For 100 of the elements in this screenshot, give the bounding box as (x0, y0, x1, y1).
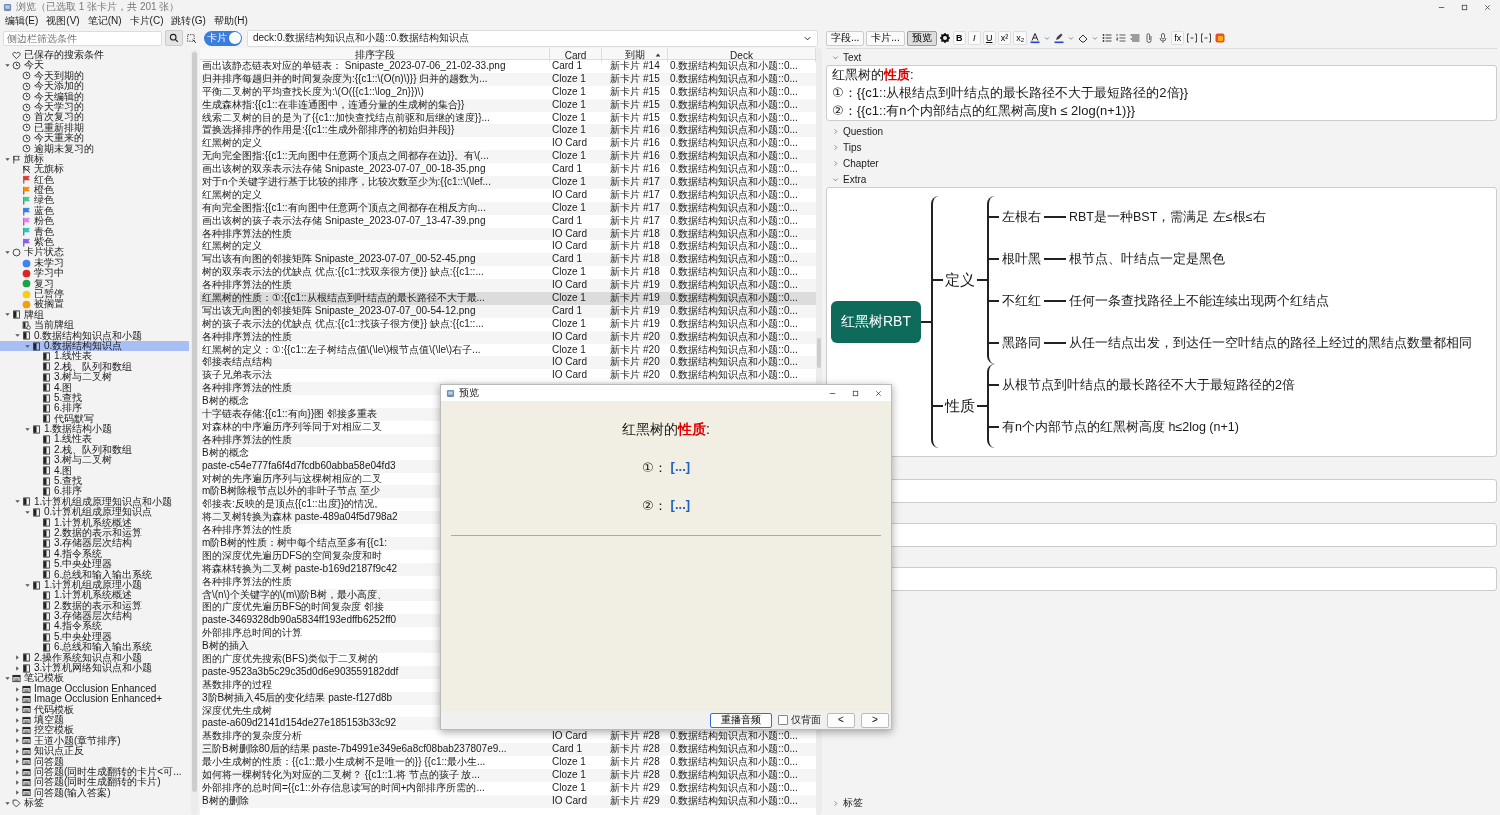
table-row[interactable]: 邻接表结点结构 IO Card 新卡片 #20 0.数据结构知识点和小题::0... (200, 356, 816, 370)
next-button[interactable]: > (861, 712, 889, 728)
tree-item[interactable]: 1.线性表 (0, 351, 189, 362)
menu-item[interactable]: 帮助(H) (213, 15, 248, 27)
caret-icon[interactable] (13, 664, 21, 672)
caret-icon[interactable] (13, 758, 21, 766)
caret-icon[interactable] (3, 249, 11, 257)
menu-item[interactable]: 视图(V) (46, 15, 80, 27)
table-row[interactable]: 置换选择排序的作用是:{{c1::生成外部排序的初始归并段}} Cloze 1 新卡片 #16 0.数据结构知识点和小题::0... (200, 124, 816, 138)
select-icon[interactable] (186, 32, 197, 44)
tree-item[interactable]: 0.计算机组成原理知识点 (0, 507, 189, 518)
maximize-icon[interactable] (1460, 2, 1469, 12)
caret-icon[interactable] (3, 675, 11, 683)
tree-item[interactable]: 首次复习的 (0, 112, 189, 123)
tree-item[interactable]: 5.查找 (0, 476, 189, 487)
caret-icon[interactable] (3, 311, 11, 319)
tree-item[interactable]: 问答题(输入答案) (0, 787, 189, 799)
tree-item[interactable]: 橙色 (0, 185, 189, 196)
tree-item[interactable]: 已暂停 (0, 289, 189, 300)
table-row[interactable]: 无向完全图指:{{c1::无向图中任意两个顶点之间都存在边}}。有\(... Cloze 1 新卡片 #16 0.数据结构知识点和小题::0... (200, 150, 816, 164)
tree-item[interactable]: 当前牌组 (0, 320, 189, 331)
mode-toggle[interactable]: 卡片 (204, 30, 242, 46)
format-button[interactable]: x² (997, 31, 1012, 45)
tree-item[interactable]: 蓝色 (0, 205, 189, 217)
format-button[interactable]: B (952, 31, 966, 45)
tree-item[interactable]: Image Occlusion Enhanced (0, 683, 189, 695)
tree-item[interactable]: 代码模板 (0, 704, 189, 715)
tree-item[interactable]: 王道小题(章节排序) (0, 735, 189, 747)
tree-item[interactable]: 0.数据结构知识点和小题 (0, 330, 189, 341)
search-field[interactable]: deck:0.数据结构知识点和小题::0.数据结构知识点 (247, 29, 818, 47)
caret-icon[interactable] (13, 747, 21, 755)
caret-icon[interactable] (13, 695, 21, 703)
search-button[interactable] (165, 30, 183, 46)
table-row[interactable]: 各种排序算法的性质 IO Card 新卡片 #19 0.数据结构知识点和小题::0... (200, 279, 816, 293)
sidebar-search-field[interactable]: 侧边栏筛选条件 (3, 30, 162, 46)
tree-item[interactable]: 复习 (0, 278, 189, 289)
microphone-icon[interactable] (1157, 32, 1170, 44)
tree-item[interactable]: 红色 (0, 174, 189, 186)
menu-item[interactable]: 卡片(C) (129, 15, 164, 27)
caret-icon[interactable] (13, 737, 21, 745)
tree-item[interactable]: Image Occlusion Enhanced+ (0, 694, 189, 705)
tree-item[interactable]: 已保存的搜索条件 (0, 50, 189, 61)
tree-item[interactable]: 5.中央处理器 (0, 559, 189, 570)
close-icon[interactable] (1483, 2, 1492, 12)
tree-item[interactable]: 紫色 (0, 237, 189, 248)
tree-item[interactable]: 无旗标 (0, 164, 189, 175)
tree-item[interactable]: 卡片状态 (0, 247, 189, 258)
tree-item[interactable]: 6.总线和输入输出系统 (0, 642, 189, 653)
tree-item[interactable]: 旗标 (0, 153, 189, 165)
tree-item[interactable]: 挖空模板 (0, 725, 189, 736)
previous-button[interactable]: < (827, 712, 855, 728)
eraser-icon[interactable] (1077, 32, 1090, 44)
tree-item[interactable]: 4.指令系统 (0, 621, 189, 632)
toolbar-button[interactable]: 卡片... (866, 30, 905, 46)
tree-item[interactable]: 4.图 (0, 465, 189, 476)
text-color-icon[interactable] (1029, 32, 1042, 44)
tree-item[interactable]: 6.排序 (0, 486, 189, 497)
format-button[interactable]: U (982, 31, 996, 45)
tree-item[interactable]: 2.数据的表示和运算 (0, 527, 189, 539)
tree-item[interactable]: 笔记模板 (0, 673, 189, 684)
scrollbar[interactable] (191, 50, 198, 815)
caret-icon[interactable] (13, 654, 21, 662)
tree-item[interactable]: 1.计算机系统概述 (0, 590, 189, 601)
tree-item[interactable]: 逾期未复习的 (0, 143, 189, 154)
caret-icon[interactable] (13, 789, 21, 797)
replay-audio-button[interactable]: 重播音频 (710, 712, 772, 728)
caret-icon[interactable] (13, 706, 21, 714)
caret-icon[interactable] (23, 425, 31, 433)
tree-item[interactable]: 5.查找 (0, 392, 189, 404)
preview-button[interactable]: 预览 (906, 30, 937, 46)
tree-item[interactable]: 今天 (0, 60, 189, 71)
tree-item[interactable]: 绿色 (0, 195, 189, 206)
caret-icon[interactable] (13, 727, 21, 735)
tree-item[interactable]: 今天添加的 (0, 81, 189, 92)
tree-item[interactable]: 标签 (0, 798, 189, 809)
bracket-icon[interactable] (1200, 32, 1213, 44)
tree-item[interactable]: 3.树与二叉树 (0, 372, 189, 383)
tree-item[interactable]: 1.计算机系统概述 (0, 517, 189, 528)
text-field[interactable]: 红黑树的性质: ①：{{c1::从根结点到叶结点的最长路径不大于最短路径的2倍}} ②：{{c1::有n个内部结点的红黑树高度h ≤ 2log(n+1)}} (826, 65, 1497, 121)
tree-item[interactable]: 1.数据结构小题 (0, 424, 189, 435)
tree-item[interactable]: 被搁置 (0, 299, 189, 310)
caret-icon[interactable] (23, 508, 31, 516)
tree-item[interactable]: 问答题(同时生成翻转的卡片) (0, 777, 189, 788)
tree-item[interactable]: 4.图 (0, 382, 189, 393)
tree-item[interactable]: 1.计算机组成原理知识点和小题 (0, 496, 189, 508)
highlighter-icon[interactable] (1053, 32, 1066, 44)
menu-item[interactable]: 编辑(E) (5, 15, 39, 27)
tree-item[interactable]: 问答题 (0, 756, 189, 767)
tree-item[interactable]: 6.排序 (0, 403, 189, 414)
selected-table-row[interactable]: 红黑树的性质：①:{{c1::从根结点到叶结点的最长路径不大于最... Cloze 1 新卡片 #19 0.数据结构知识点和小题::0... (200, 292, 816, 305)
table-row[interactable]: 三阶B树删除80后的结果 paste-7b4991e349e6a8cf08bab237807e9... Card 1 新卡片 #28 0.数据结构知识点和小题::0... (200, 743, 816, 757)
tree-item[interactable]: 3.计算机网络知识点和小题 (0, 663, 189, 674)
align-icon[interactable] (1129, 32, 1142, 44)
table-row[interactable]: 对于n个关键字进行基于比较的排序，比较次数至少为:{{c1::\(\lef... Cloze 1 新卡片 #17 0.数据结构知识点和小题::0... (200, 176, 816, 189)
caret-icon[interactable] (13, 779, 21, 787)
caret-icon[interactable] (13, 768, 21, 776)
tree-item[interactable]: 6.总线和输入输出系统 (0, 569, 189, 580)
caret-icon[interactable] (3, 799, 11, 807)
tree-item[interactable]: 知识点正反 (0, 746, 189, 757)
caret-icon[interactable] (23, 581, 31, 589)
